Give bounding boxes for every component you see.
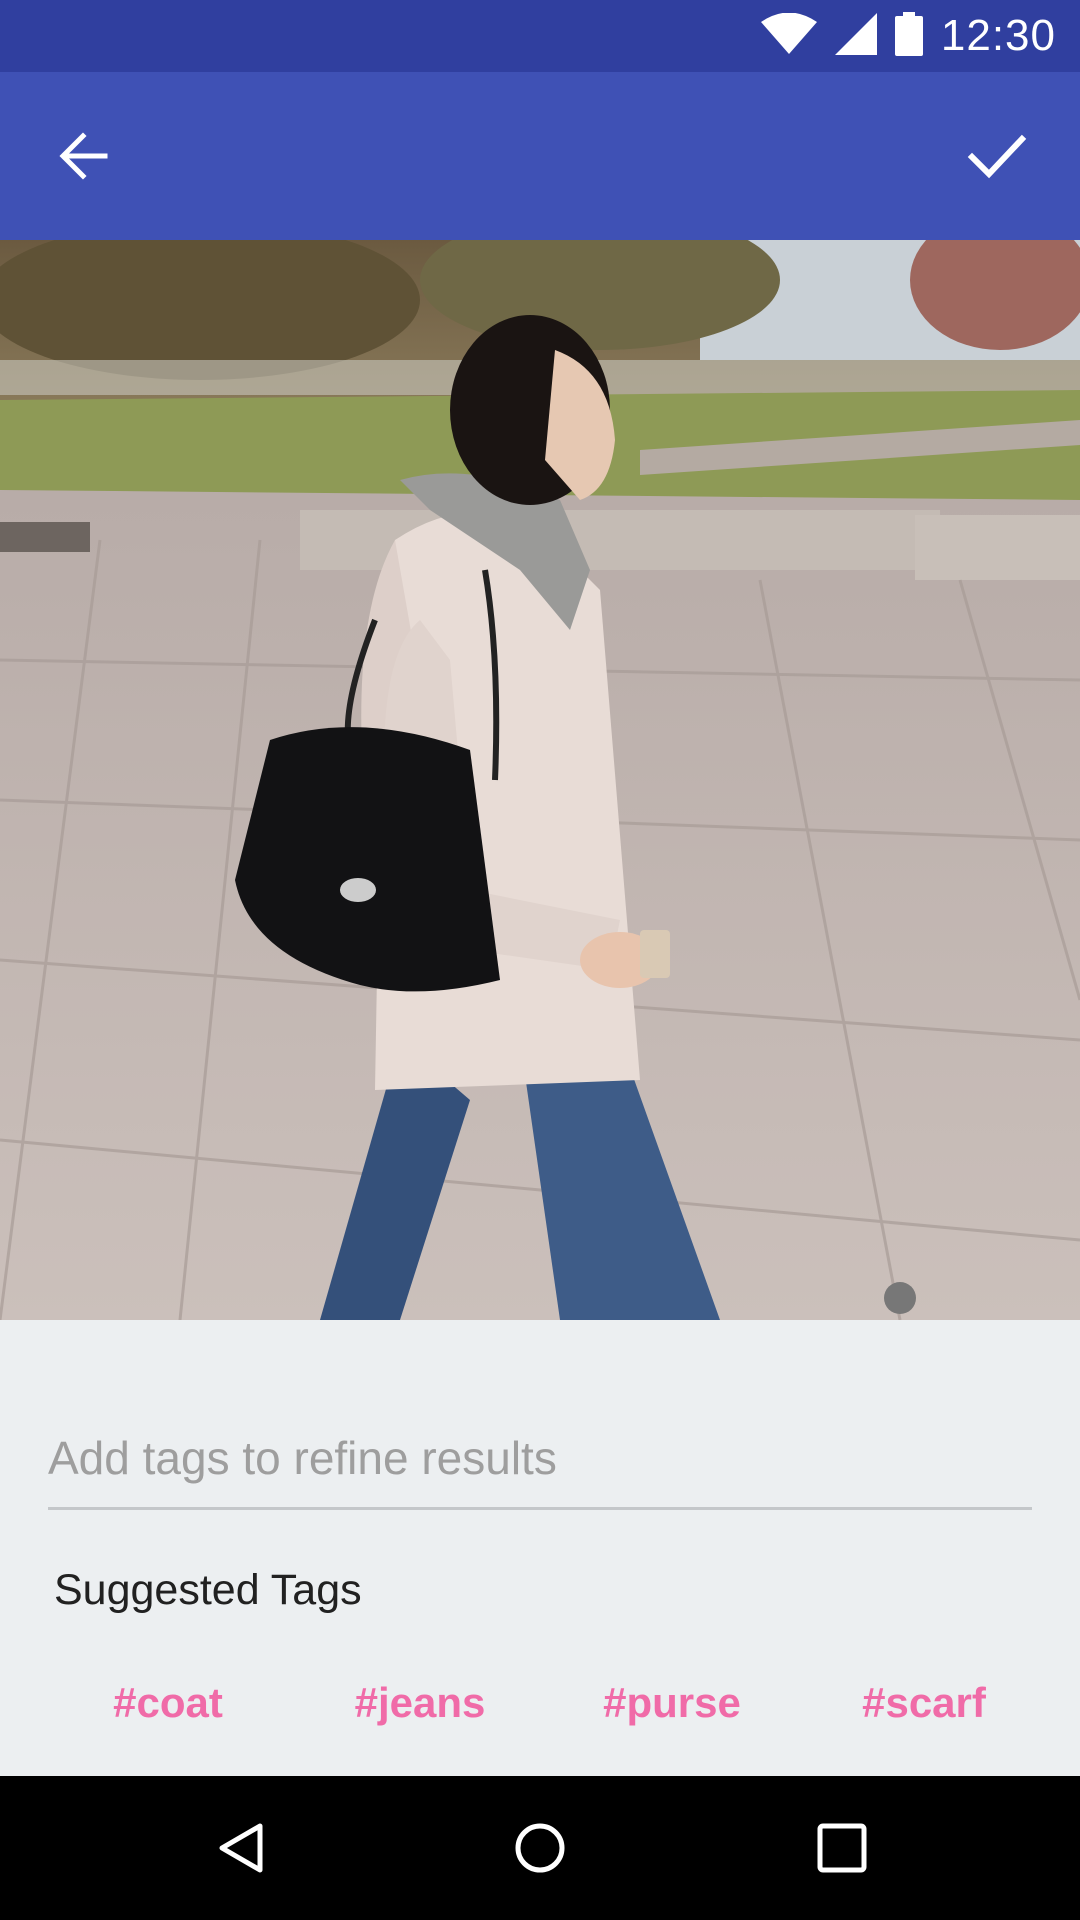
status-bar: 12:30 — [0, 0, 1080, 72]
nav-back-button[interactable] — [190, 1798, 290, 1898]
wifi-icon — [760, 12, 817, 60]
back-triangle-icon — [219, 1823, 263, 1873]
checkmark-icon — [967, 134, 1027, 179]
nav-home-button[interactable] — [490, 1798, 590, 1898]
photo-image — [0, 240, 1080, 1320]
confirm-button[interactable] — [947, 106, 1047, 206]
battery-icon — [894, 11, 923, 61]
app-bar — [0, 72, 1080, 240]
recents-square-icon — [817, 1823, 867, 1873]
tag-jeans[interactable]: #jeans — [310, 1668, 530, 1738]
screen: 12:30 Add tags to refine results Suggest… — [0, 0, 1080, 1920]
back-button[interactable] — [33, 106, 133, 206]
tag-input-underline — [48, 1507, 1032, 1510]
status-icons: 12:30 — [760, 0, 1056, 72]
navigation-bar — [0, 1776, 1080, 1920]
home-circle-icon — [515, 1823, 565, 1873]
arrow-left-icon — [59, 132, 108, 180]
tag-coat[interactable]: #coat — [58, 1668, 278, 1738]
cellular-signal-icon — [834, 12, 877, 60]
tag-purse[interactable]: #purse — [562, 1668, 782, 1738]
tag-input[interactable] — [48, 1410, 1032, 1506]
tag-input-container — [48, 1410, 1032, 1510]
nav-recents-button[interactable] — [792, 1798, 892, 1898]
tag-scarf[interactable]: #scarf — [814, 1668, 1034, 1738]
suggested-tags-title: Suggested Tags — [54, 1566, 362, 1614]
status-time: 12:30 — [940, 11, 1056, 60]
suggested-tags-row: #coat #jeans #purse #scarf — [0, 1668, 1080, 1748]
photo — [0, 240, 1080, 1320]
